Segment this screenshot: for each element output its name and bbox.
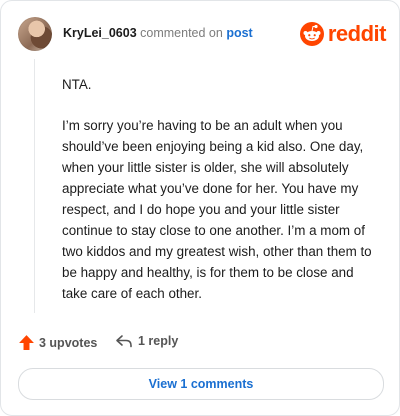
comment-paragraph: NTA. [62, 77, 92, 92]
reply-count: 1 reply [138, 334, 179, 348]
reply-button[interactable]: 1 reply [115, 334, 178, 348]
user-avatar[interactable] [18, 17, 52, 51]
upvote-arrow-icon [19, 335, 34, 350]
reply-arrow-icon [116, 335, 132, 348]
comment-actions: 3 upvotes 1 reply [18, 334, 378, 354]
comment-card: KryLei_0603 commented on post reddit NTA… [0, 0, 400, 416]
comment-header: KryLei_0603 commented on post reddit [18, 17, 387, 53]
comment-paragraph: I’m sorry you’re having to be an adult w… [62, 118, 372, 301]
view-comments-label: View 1 comments [148, 377, 254, 391]
username-link[interactable]: KryLei_0603 [63, 26, 137, 40]
upvote-count: 3 upvotes [39, 335, 98, 350]
reddit-alien-logo-icon [299, 22, 324, 46]
view-comments-button[interactable]: View 1 comments [18, 368, 384, 400]
post-link[interactable]: post [226, 26, 252, 40]
thread-line [34, 59, 35, 313]
upvote-button[interactable]: 3 upvotes [18, 334, 97, 351]
comment-body: NTA. I’m sorry you’re having to be an ad… [62, 74, 380, 324]
reddit-wordmark: reddit [327, 21, 387, 46]
reddit-brand[interactable]: reddit [299, 21, 387, 47]
comment-meta: KryLei_0603 commented on post [63, 26, 253, 40]
commented-on-text: commented on [140, 26, 223, 40]
